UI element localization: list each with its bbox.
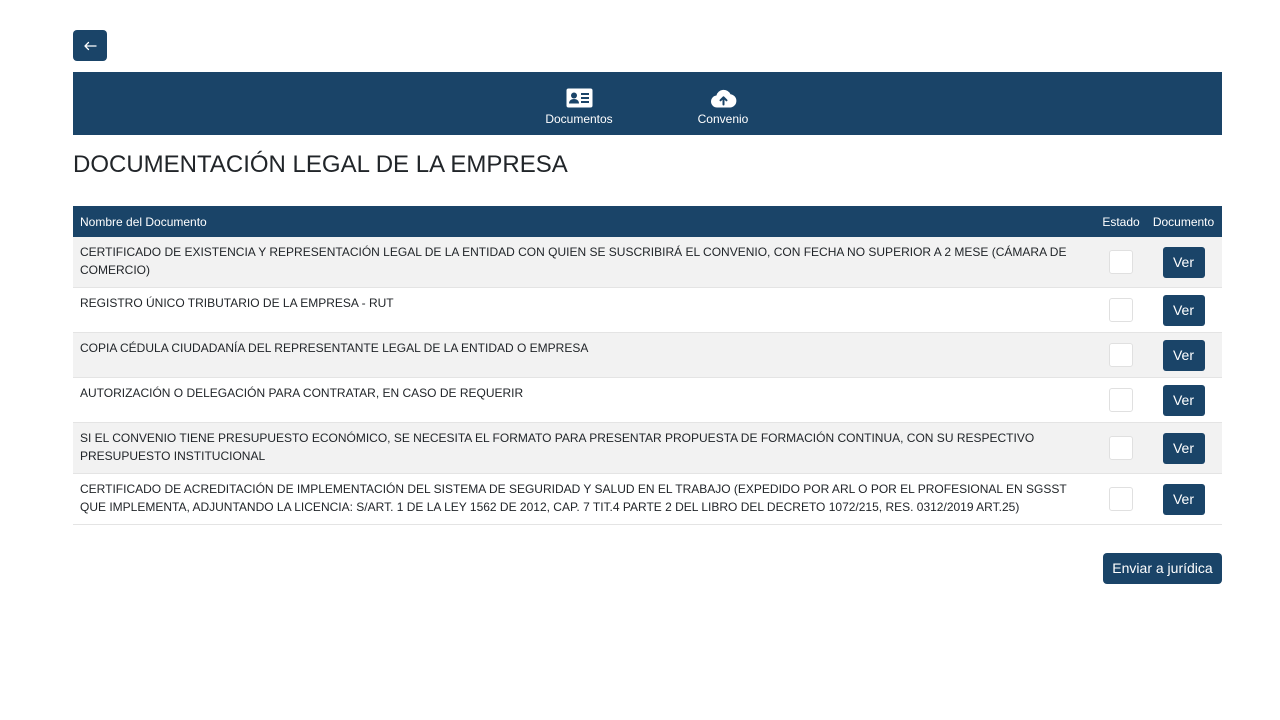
documento-cell: Ver bbox=[1145, 237, 1222, 288]
document-name: CERTIFICADO DE EXISTENCIA Y REPRESENTACI… bbox=[73, 237, 1097, 288]
nav-item-convenio[interactable]: Convenio bbox=[693, 72, 753, 135]
column-header-documento: Documento bbox=[1145, 206, 1222, 237]
nav-item-label: Documentos bbox=[545, 112, 613, 126]
table-row: SI EL CONVENIO TIENE PRESUPUESTO ECONÓMI… bbox=[73, 422, 1222, 474]
estado-cell bbox=[1097, 473, 1145, 525]
back-button[interactable] bbox=[73, 30, 107, 61]
nav-item-documentos[interactable]: Documentos bbox=[543, 72, 615, 135]
ver-button[interactable]: Ver bbox=[1162, 384, 1205, 416]
estado-checkbox[interactable] bbox=[1109, 298, 1133, 322]
top-navbar: Documentos Convenio bbox=[73, 72, 1222, 135]
estado-checkbox[interactable] bbox=[1109, 487, 1133, 511]
documento-cell: Ver bbox=[1145, 332, 1222, 378]
documento-cell: Ver bbox=[1145, 473, 1222, 525]
documento-cell: Ver bbox=[1145, 287, 1222, 333]
ver-button[interactable]: Ver bbox=[1162, 294, 1205, 326]
estado-cell bbox=[1097, 332, 1145, 378]
documento-cell: Ver bbox=[1145, 422, 1222, 474]
estado-checkbox[interactable] bbox=[1109, 388, 1133, 412]
document-name: SI EL CONVENIO TIENE PRESUPUESTO ECONÓMI… bbox=[73, 422, 1097, 474]
table-row: CERTIFICADO DE ACREDITACIÓN DE IMPLEMENT… bbox=[73, 473, 1222, 525]
arrow-left-icon bbox=[83, 41, 97, 51]
estado-checkbox[interactable] bbox=[1109, 343, 1133, 367]
ver-button[interactable]: Ver bbox=[1162, 246, 1205, 278]
page-title: DOCUMENTACIÓN LEGAL DE LA EMPRESA bbox=[73, 151, 568, 178]
ver-button[interactable]: Ver bbox=[1162, 432, 1205, 464]
estado-cell bbox=[1097, 237, 1145, 288]
document-name: CERTIFICADO DE ACREDITACIÓN DE IMPLEMENT… bbox=[73, 473, 1097, 525]
table-row: COPIA CÉDULA CIUDADANÍA DEL REPRESENTANT… bbox=[73, 332, 1222, 378]
cloud-upload-icon bbox=[710, 87, 737, 109]
documents-table: Nombre del Documento Estado Documento CE… bbox=[73, 206, 1222, 525]
enviar-juridica-button[interactable]: Enviar a jurídica bbox=[1103, 553, 1222, 584]
estado-cell bbox=[1097, 377, 1145, 423]
ver-button[interactable]: Ver bbox=[1162, 483, 1205, 515]
ver-button[interactable]: Ver bbox=[1162, 339, 1205, 371]
column-header-name: Nombre del Documento bbox=[73, 206, 1097, 237]
table-row: AUTORIZACIÓN O DELEGACIÓN PARA CONTRATAR… bbox=[73, 377, 1222, 423]
estado-cell bbox=[1097, 422, 1145, 474]
documento-cell: Ver bbox=[1145, 377, 1222, 423]
document-name: AUTORIZACIÓN O DELEGACIÓN PARA CONTRATAR… bbox=[73, 377, 1097, 423]
estado-checkbox[interactable] bbox=[1109, 250, 1133, 274]
estado-checkbox[interactable] bbox=[1109, 436, 1133, 460]
table-row: REGISTRO ÚNICO TRIBUTARIO DE LA EMPRESA … bbox=[73, 287, 1222, 333]
column-header-estado: Estado bbox=[1097, 206, 1145, 237]
estado-cell bbox=[1097, 287, 1145, 333]
id-card-icon bbox=[566, 87, 593, 109]
nav-item-label: Convenio bbox=[697, 112, 749, 126]
document-name: COPIA CÉDULA CIUDADANÍA DEL REPRESENTANT… bbox=[73, 332, 1097, 378]
document-name: REGISTRO ÚNICO TRIBUTARIO DE LA EMPRESA … bbox=[73, 287, 1097, 333]
table-header-row: Nombre del Documento Estado Documento bbox=[73, 206, 1222, 237]
table-row: CERTIFICADO DE EXISTENCIA Y REPRESENTACI… bbox=[73, 237, 1222, 288]
